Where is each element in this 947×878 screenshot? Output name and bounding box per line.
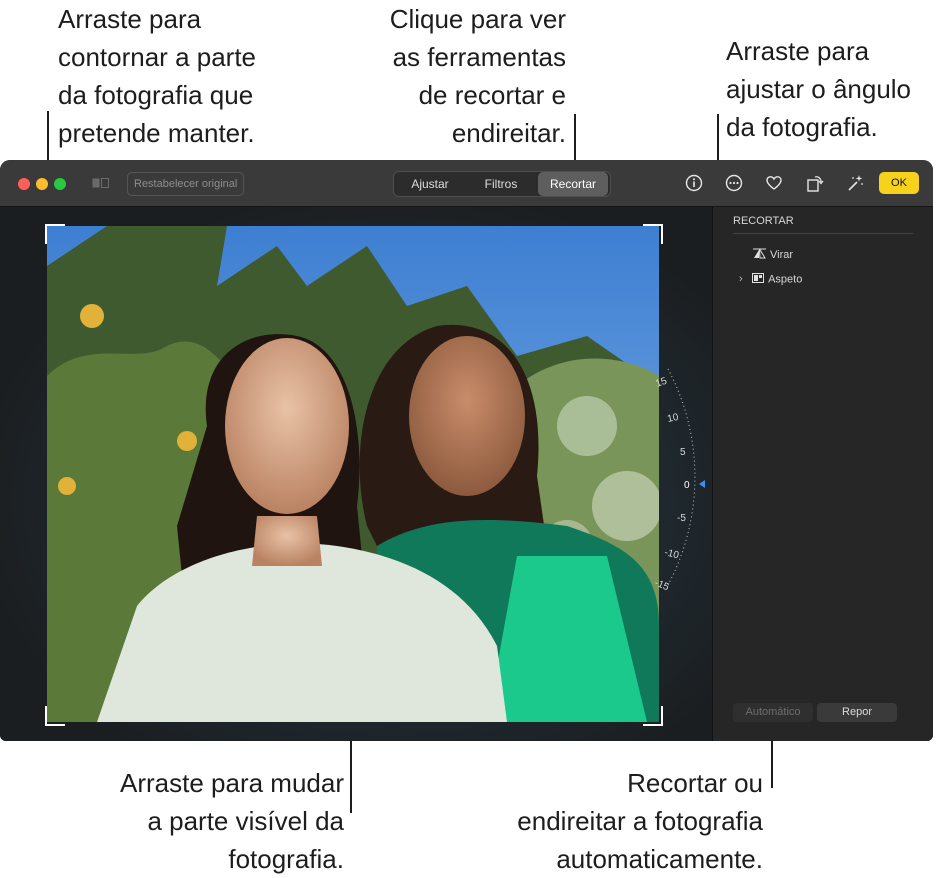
tab-adjust[interactable]: Ajustar — [396, 172, 464, 196]
ok-button[interactable]: OK — [879, 172, 919, 194]
compare-icon[interactable] — [92, 176, 110, 188]
more-icon[interactable] — [723, 172, 745, 194]
flip-button[interactable]: Virar — [753, 248, 793, 262]
heart-icon[interactable] — [763, 172, 785, 194]
magic-wand-icon[interactable] — [844, 172, 866, 194]
dial-tick-label: 0 — [684, 480, 690, 491]
dial-tick-label: -10 — [663, 547, 680, 561]
dial-marker — [699, 480, 705, 488]
callout-angle: Arraste para ajustar o ângulo da fotogra… — [726, 36, 912, 142]
restore-original-button[interactable]: Restabelecer original — [127, 172, 245, 196]
sidebar-divider — [733, 233, 913, 234]
photos-edit-window: Restabelecer original Ajustar Filtros Re… — [0, 160, 933, 741]
callout-crop-tab: Clique para ver as ferramentas de recort… — [389, 4, 566, 148]
crop-handle-top-left[interactable] — [45, 224, 65, 244]
tab-filters[interactable]: Filtros — [466, 172, 536, 196]
callout-drag-image: Arraste para mudar a parte visível da fo… — [120, 768, 344, 874]
info-icon[interactable] — [683, 172, 705, 194]
callout-auto: Recortar ou endireitar a fotografia auto… — [517, 768, 763, 874]
flip-icon — [753, 248, 766, 262]
photo-image[interactable] — [47, 226, 659, 722]
aspect-label: Aspeto — [768, 273, 803, 286]
crop-sidebar: RECORTAR Virar › Aspeto Automático Repor — [712, 207, 933, 741]
zoom-button[interactable] — [54, 178, 66, 190]
callout-crop-handles: Arraste para contornar a parte da fotogr… — [58, 4, 257, 148]
aspect-disclosure[interactable]: › Aspeto — [739, 273, 802, 286]
rotate-icon[interactable] — [804, 172, 826, 194]
dial-tick-label: 15 — [654, 376, 669, 390]
dial-tick-label: 10 — [666, 412, 680, 425]
toolbar: Restabelecer original Ajustar Filtros Re… — [0, 160, 933, 207]
dial-tick-label: -15 — [653, 578, 671, 594]
straighten-dial[interactable]: 15 10 5 0 -5 -10 -15 — [648, 357, 708, 597]
chevron-right-icon: › — [739, 273, 743, 286]
sidebar-heading: RECORTAR — [733, 215, 794, 227]
close-button[interactable] — [18, 178, 30, 190]
dial-tick-label: -5 — [677, 513, 686, 524]
crop-handle-bottom-right[interactable] — [643, 706, 663, 726]
minimize-button[interactable] — [36, 178, 48, 190]
dial-tick-label: 5 — [680, 447, 686, 458]
photo-canvas: 15 10 5 0 -5 -10 -15 — [0, 207, 712, 741]
auto-button[interactable]: Automático — [733, 703, 813, 722]
edit-mode-segmented-control: Ajustar Filtros Recortar — [393, 171, 611, 197]
crop-handle-top-right[interactable] — [643, 224, 663, 244]
tab-crop[interactable]: Recortar — [538, 172, 608, 196]
reset-button[interactable]: Repor — [817, 703, 897, 722]
flip-label: Virar — [770, 248, 794, 261]
aspect-icon — [752, 273, 765, 286]
crop-handle-bottom-left[interactable] — [45, 706, 65, 726]
